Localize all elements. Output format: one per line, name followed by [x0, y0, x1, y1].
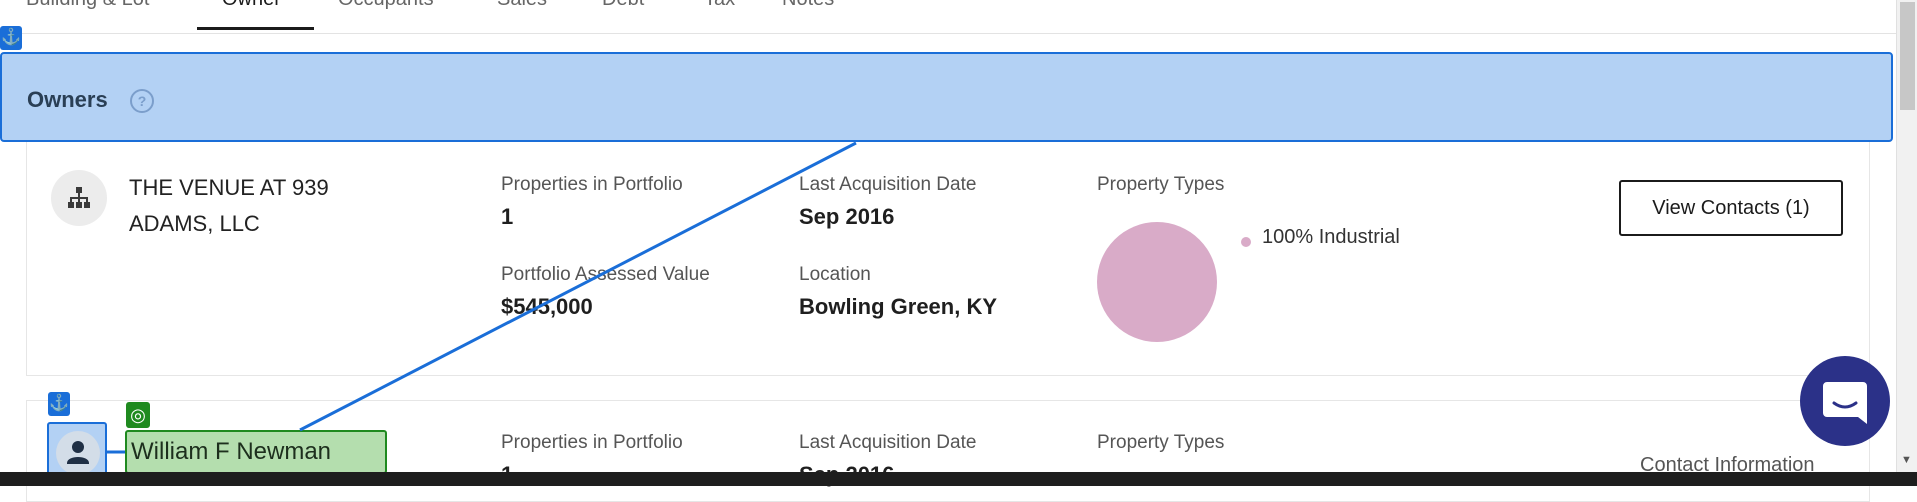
owners-section-header: Owners ? [0, 52, 1893, 142]
tab-debt[interactable]: Debt [602, 0, 644, 11]
tab-building-lot[interactable]: Building & Lot [26, 0, 149, 11]
anchor-icon: ⚓ [48, 392, 70, 416]
help-icon[interactable]: ? [130, 89, 154, 113]
scrollbar-thumb[interactable] [1900, 2, 1915, 110]
assessed-value: $545,000 [501, 294, 593, 319]
property-types-pie [1097, 222, 1217, 342]
person-icon [56, 431, 100, 475]
properties-label: Properties in Portfolio [501, 174, 683, 195]
active-tab-indicator [197, 27, 314, 30]
tab-owner[interactable]: Owner [222, 0, 281, 11]
property-types-label: Property Types [1097, 432, 1225, 453]
properties-value: 1 [501, 204, 514, 229]
property-types-label: Property Types [1097, 174, 1225, 195]
scroll-down-arrow-icon[interactable]: ▼ [1901, 454, 1912, 466]
section-title: Owners [27, 87, 108, 112]
acquisition-label: Last Acquisition Date [799, 174, 977, 195]
taskbar-edge [0, 472, 1917, 486]
chat-launcher-button[interactable] [1800, 356, 1890, 446]
org-chart-icon [51, 170, 107, 226]
tab-tax[interactable]: Tax [704, 0, 735, 11]
assessed-label: Portfolio Assessed Value [501, 264, 710, 285]
tab-notes[interactable]: Notes [782, 0, 834, 11]
tab-sales[interactable]: Sales [497, 0, 547, 11]
properties-label: Properties in Portfolio [501, 432, 683, 453]
acquisition-label: Last Acquisition Date [799, 432, 977, 453]
legend-label: 100% Industrial [1262, 226, 1400, 248]
legend-dot [1241, 237, 1251, 247]
chat-icon [1823, 382, 1867, 424]
location-value: Bowling Green, KY [799, 294, 998, 319]
tab-bar: Building & Lot Owner Occupants Sales Deb… [0, 0, 1896, 34]
view-contacts-button[interactable]: View Contacts (1) [1619, 180, 1843, 236]
vertical-scrollbar[interactable]: ▼ [1896, 0, 1917, 486]
acquisition-value: Sep 2016 [799, 204, 895, 229]
anchor-icon: ⚓ [0, 26, 22, 50]
owner-name[interactable]: William F Newman [125, 430, 387, 474]
owner-card: THE VENUE AT 939 ADAMS, LLC Properties i… [26, 142, 1870, 376]
location-label: Location [799, 264, 871, 285]
owner-name[interactable]: THE VENUE AT 939 ADAMS, LLC [129, 170, 389, 242]
tab-occupants[interactable]: Occupants [338, 0, 434, 11]
target-icon: ◎ [126, 402, 150, 428]
